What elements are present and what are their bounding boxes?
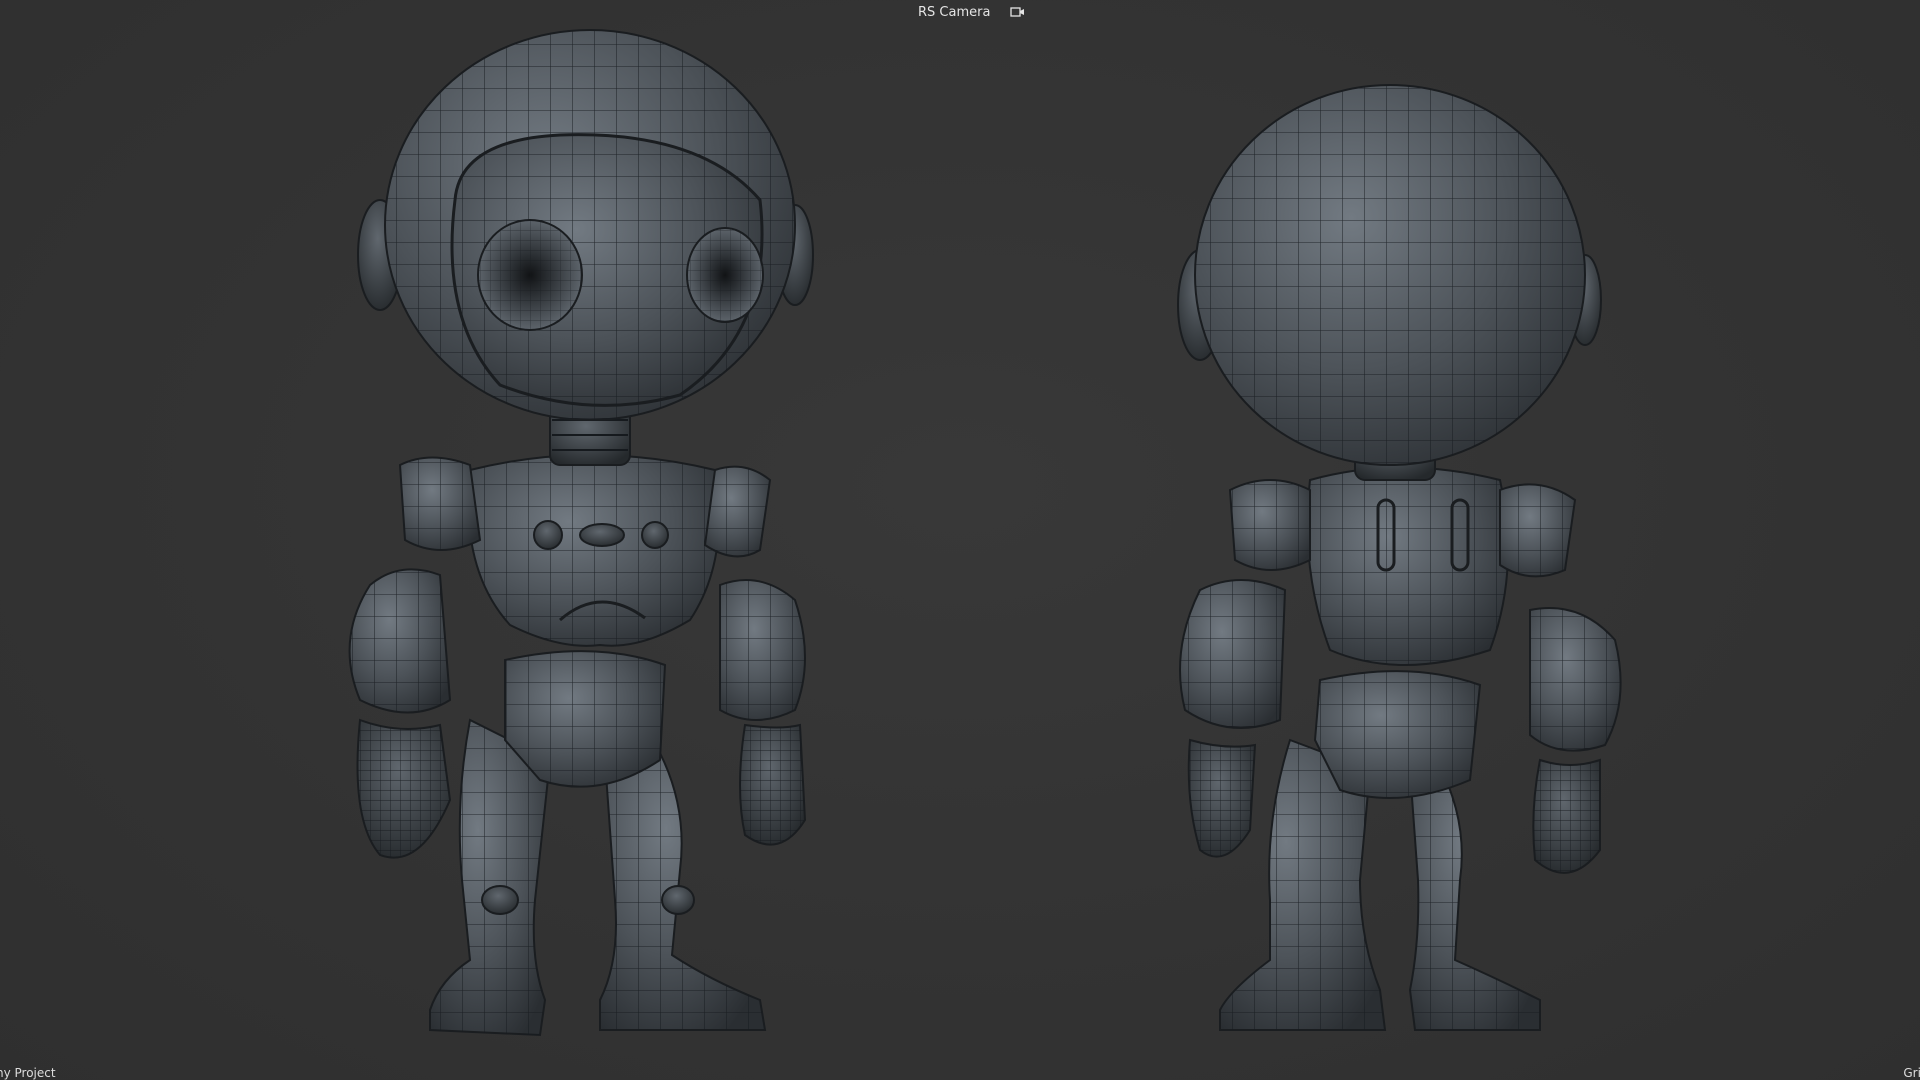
back-right-arm[interactable] bbox=[1499, 483, 1622, 874]
camera-name-label[interactable]: RS Camera bbox=[900, 5, 990, 20]
robot-back-view[interactable] bbox=[1177, 84, 1622, 1031]
back-head[interactable] bbox=[1177, 84, 1602, 466]
camera-lock-icon[interactable] bbox=[1010, 5, 1026, 19]
front-torso[interactable] bbox=[467, 454, 721, 647]
status-grid-label: Grid S bbox=[1903, 1066, 1920, 1080]
back-torso[interactable] bbox=[1306, 466, 1509, 666]
front-pelvis[interactable] bbox=[504, 650, 667, 788]
status-project-label: ny Project bbox=[0, 1066, 56, 1080]
camera-selector[interactable]: RS Camera bbox=[900, 2, 1030, 22]
front-head[interactable] bbox=[357, 29, 814, 421]
robot-front-view[interactable] bbox=[348, 29, 814, 1037]
front-right-arm[interactable] bbox=[703, 465, 807, 846]
model-canvas[interactable] bbox=[0, 0, 1920, 1080]
3d-viewport[interactable]: RS Camera ny Project Grid S bbox=[0, 0, 1920, 1080]
back-pelvis[interactable] bbox=[1313, 670, 1482, 799]
